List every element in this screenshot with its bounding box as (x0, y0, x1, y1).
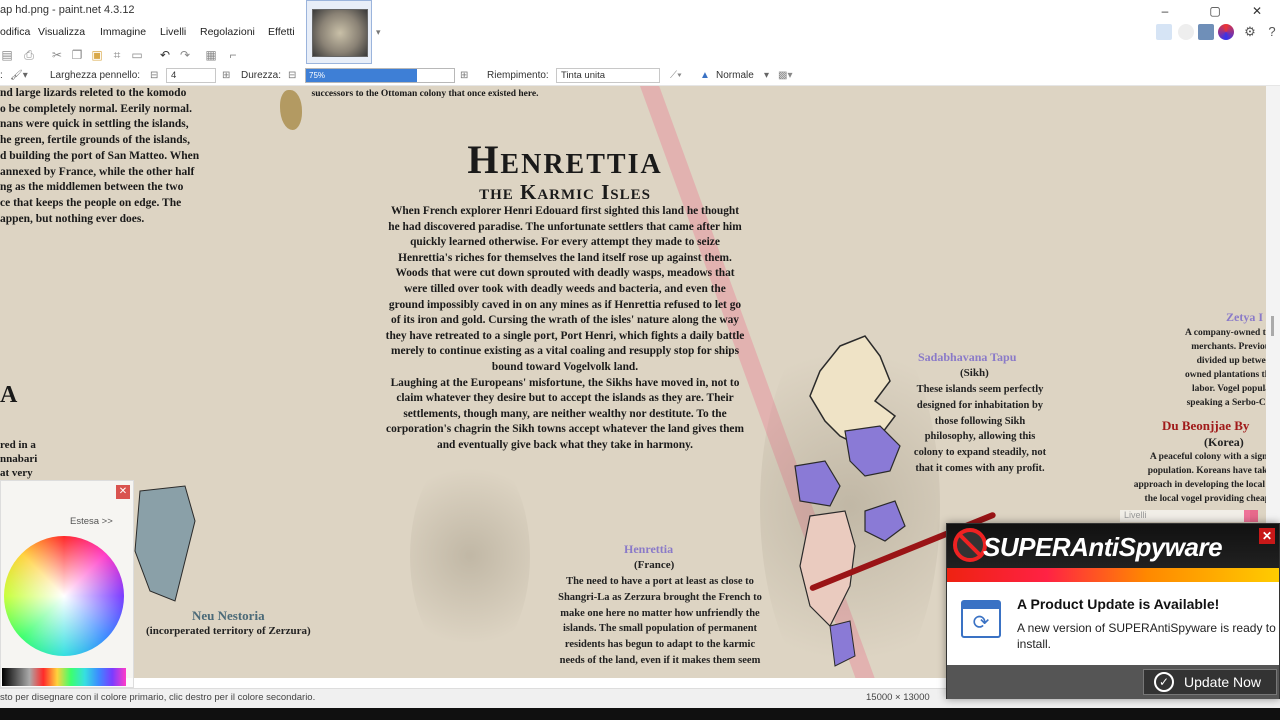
crop-icon[interactable]: ⌗ (110, 48, 124, 62)
blend-mode-icon[interactable]: ▲ (700, 70, 710, 81)
print-icon[interactable]: ⎙ (22, 48, 36, 62)
layers-window-icon[interactable] (1198, 24, 1214, 40)
antialias-icon[interactable]: ⟋▾ (670, 70, 682, 81)
map-fog (410, 446, 530, 666)
tools-window-icon[interactable] (1156, 24, 1172, 40)
save-icon[interactable]: ▤ (0, 48, 14, 62)
minimize-icon[interactable]: – (1150, 2, 1180, 20)
tool-label: : (0, 70, 3, 81)
popup-close-icon[interactable]: ✕ (1259, 528, 1275, 544)
deselect-icon[interactable]: ▭ (130, 48, 144, 62)
help-icon[interactable]: ? (1264, 24, 1280, 40)
menu-visualizza[interactable]: Visualizza (38, 26, 85, 38)
menu-livelli[interactable]: Livelli (160, 26, 186, 38)
status-hint: sto per disegnare con il colore primario… (0, 692, 316, 703)
settings-gear-icon[interactable]: ⚙ (1242, 24, 1258, 40)
fill-select[interactable]: Tinta unita (556, 68, 660, 83)
region-sikh-name: Sadabhavana Tapu (918, 350, 1017, 364)
region-zetya-name: Zetya I (1226, 310, 1263, 324)
title-bar: ap hd.png - paint.net 4.3.12 (0, 0, 1280, 22)
blend-mode-select[interactable]: Normale (716, 70, 754, 81)
menu-modifica[interactable]: odifica (0, 26, 30, 38)
menu-effetti[interactable]: Effetti (268, 26, 295, 38)
color-wheel[interactable] (4, 536, 124, 656)
no-spyware-logo-icon (953, 528, 987, 562)
colors-panel-close-icon[interactable]: ✕ (116, 485, 130, 499)
left-lore-text: nd large lizards releted to the komodo o … (0, 87, 200, 225)
popup-headline: A Product Update is Available! (1017, 596, 1220, 612)
hardness-fill: 75% (306, 69, 417, 82)
alpha-mode-icon[interactable]: ▩▾ (778, 70, 792, 81)
menu-immagine[interactable]: Immagine (100, 26, 146, 38)
hardness-increase-icon[interactable]: ⊞ (460, 70, 468, 81)
chevron-down-icon[interactable]: ▾ (376, 27, 381, 38)
blend-dropdown-icon[interactable]: ▾ (764, 70, 769, 81)
region-sikh-text: These islands seem perfectly designed for… (913, 384, 1047, 474)
update-now-button[interactable]: ✓ Update Now (1143, 669, 1277, 695)
image-size: 15000 × 13000 (866, 692, 930, 703)
fill-label: Riempimento: (487, 70, 549, 81)
region-korea-text: A peaceful colony with a signi population… (1133, 452, 1266, 504)
brush-icon[interactable]: 🖌▾ (10, 70, 28, 81)
popup-brand: SUPERAntiSpyware (983, 532, 1223, 562)
region-zetya-text: A company-owned te merchants. Previou div… (1185, 328, 1266, 408)
edit-toolbar (0, 44, 300, 66)
left-fragment-text: red in a nnabari at very (0, 439, 38, 479)
region-sikh-affiliation: (Sikh) (960, 367, 989, 379)
copy-icon[interactable]: ❐ (70, 48, 84, 62)
region-henrettia-text: The need to have a port at least as clos… (558, 576, 762, 666)
ottoman-snippet: successors to the Ottoman colony that on… (311, 89, 539, 99)
hardness-decrease-icon[interactable]: ⊟ (288, 70, 296, 81)
maximize-icon[interactable]: ▢ (1200, 2, 1230, 20)
left-fragment-letter: A (0, 382, 18, 408)
map-thumbnail-image (312, 9, 368, 57)
scroll-thumb[interactable] (1271, 316, 1274, 336)
region-henrettia-affiliation: (France) (634, 559, 675, 571)
region-neu-nestoria-sub: (incorperated territory of Zerzura) (146, 625, 311, 637)
popup-stripe (947, 568, 1279, 582)
grid-icon[interactable]: ▦ (204, 48, 218, 62)
hardness-label: Durezza: (241, 70, 282, 81)
map-subtitle: the Karmic Isles (479, 180, 651, 204)
popup-message: A new version of SUPERAntiSpyware is rea… (1017, 621, 1276, 651)
superantispyware-popup: SUPERAntiSpyware ✕ ⟳ A Product Update is… (946, 523, 1280, 699)
map-island-group (794, 335, 906, 667)
colors-window-icon[interactable] (1218, 24, 1234, 40)
region-korea-name: Du Beonjjae By (1162, 418, 1250, 433)
layers-panel-ghost[interactable]: Livelli (1120, 510, 1250, 522)
region-henrettia-name: Henrettia (624, 542, 674, 556)
window-title: ap hd.png - paint.net 4.3.12 (0, 4, 135, 16)
history-window-icon[interactable] (1178, 24, 1194, 40)
colors-more-button[interactable]: Estesa >> (70, 516, 113, 527)
update-window-icon: ⟳ (961, 600, 1001, 638)
region-neu-nestoria-name: Neu Nestoria (192, 608, 265, 623)
windows-taskbar (0, 708, 1280, 720)
undo-icon[interactable]: ↶ (158, 48, 172, 62)
ruler-icon[interactable]: ⌐ (226, 48, 240, 62)
menu-regolazioni[interactable]: Regolazioni (200, 26, 255, 38)
color-strip[interactable] (2, 668, 126, 686)
decrease-icon[interactable]: ⊟ (150, 70, 158, 81)
brush-width-input[interactable]: 4 (166, 68, 216, 83)
brush-width-label: Larghezza pennello: (50, 70, 141, 81)
cut-icon[interactable]: ✂ (50, 48, 64, 62)
paste-icon[interactable]: ▣ (90, 48, 104, 62)
increase-icon[interactable]: ⊞ (222, 70, 230, 81)
map-title: Henrettia (467, 137, 663, 182)
henrettia-lore-text: When French explorer Henri Edouard first… (385, 205, 745, 451)
document-thumbnail[interactable] (306, 0, 372, 64)
hardness-slider[interactable]: 75% (305, 68, 455, 83)
region-korea-affiliation: (Korea) (1204, 435, 1244, 449)
layers-panel-close-icon[interactable] (1244, 510, 1258, 522)
map-island-small (280, 90, 302, 130)
checkmark-icon: ✓ (1154, 672, 1174, 692)
close-window-icon[interactable]: ✕ (1242, 2, 1272, 20)
map-island-neu-nestoria (134, 485, 196, 602)
update-now-label: Update Now (1184, 674, 1262, 690)
redo-icon[interactable]: ↷ (178, 48, 192, 62)
